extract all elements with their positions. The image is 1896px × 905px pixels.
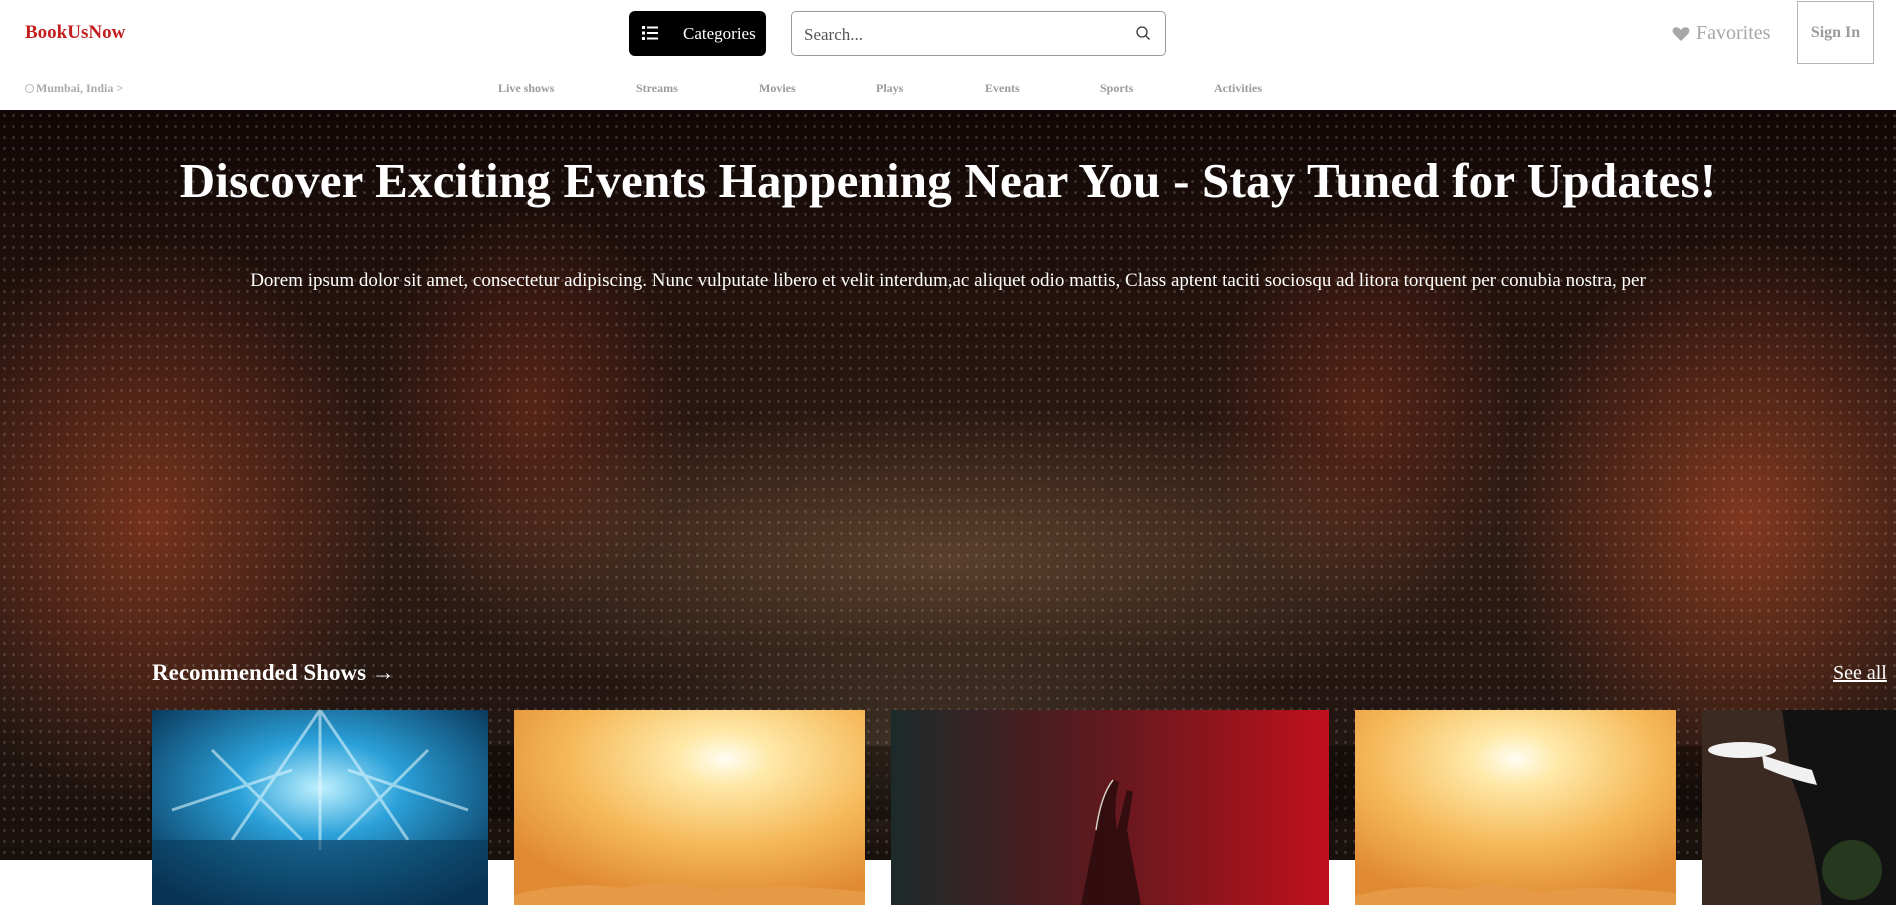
nav-events[interactable]: Events <box>985 81 1020 96</box>
desert-sunset-image-2 <box>1355 710 1676 905</box>
show-card-hands[interactable] <box>891 710 1329 905</box>
favorites-label: Favorites <box>1696 22 1771 44</box>
sign-in-button[interactable]: Sign In <box>1797 1 1874 64</box>
hero-title: Discover Exciting Events Happening Near … <box>179 153 1717 208</box>
show-card-concert[interactable] <box>152 710 488 905</box>
search-bar <box>791 11 1166 56</box>
desert-sunset-image <box>514 710 865 905</box>
nav-movies[interactable]: Movies <box>759 81 796 96</box>
hands-red-smoke-image <box>891 710 1329 905</box>
show-card-desert-2[interactable] <box>1355 710 1676 905</box>
recommended-shows-title[interactable]: Recommended Shows → <box>152 660 395 686</box>
top-header: BookUsNow Categories Favorites Sign In M… <box>0 0 1896 110</box>
nav-live-shows[interactable]: Live shows <box>498 81 554 96</box>
see-all-link[interactable]: See all <box>1833 662 1887 685</box>
brand-logo[interactable]: BookUsNow <box>25 22 125 44</box>
show-card-waiter[interactable] <box>1702 710 1896 905</box>
categories-button[interactable]: Categories <box>629 11 766 56</box>
list-icon <box>642 26 658 40</box>
location-label: Mumbai, India > <box>36 81 124 95</box>
location-pin-icon <box>25 84 34 93</box>
search-input[interactable] <box>802 22 1126 48</box>
search-icon[interactable] <box>1135 25 1151 41</box>
nav-activities[interactable]: Activities <box>1214 81 1262 96</box>
nav-plays[interactable]: Plays <box>876 81 903 96</box>
hero-subtitle: Dorem ipsum dolor sit amet, consectetur … <box>250 270 1646 291</box>
nav-streams[interactable]: Streams <box>636 81 678 96</box>
location-selector[interactable]: Mumbai, India > <box>25 81 123 96</box>
categories-label: Categories <box>683 24 756 43</box>
concert-stage-lights-image <box>152 710 488 905</box>
nav-sports[interactable]: Sports <box>1100 81 1133 96</box>
favorites-link[interactable]: Favorites <box>1672 22 1770 45</box>
heart-icon <box>1672 26 1690 41</box>
show-card-desert-1[interactable] <box>514 710 865 905</box>
waiter-serving-image <box>1702 710 1896 905</box>
